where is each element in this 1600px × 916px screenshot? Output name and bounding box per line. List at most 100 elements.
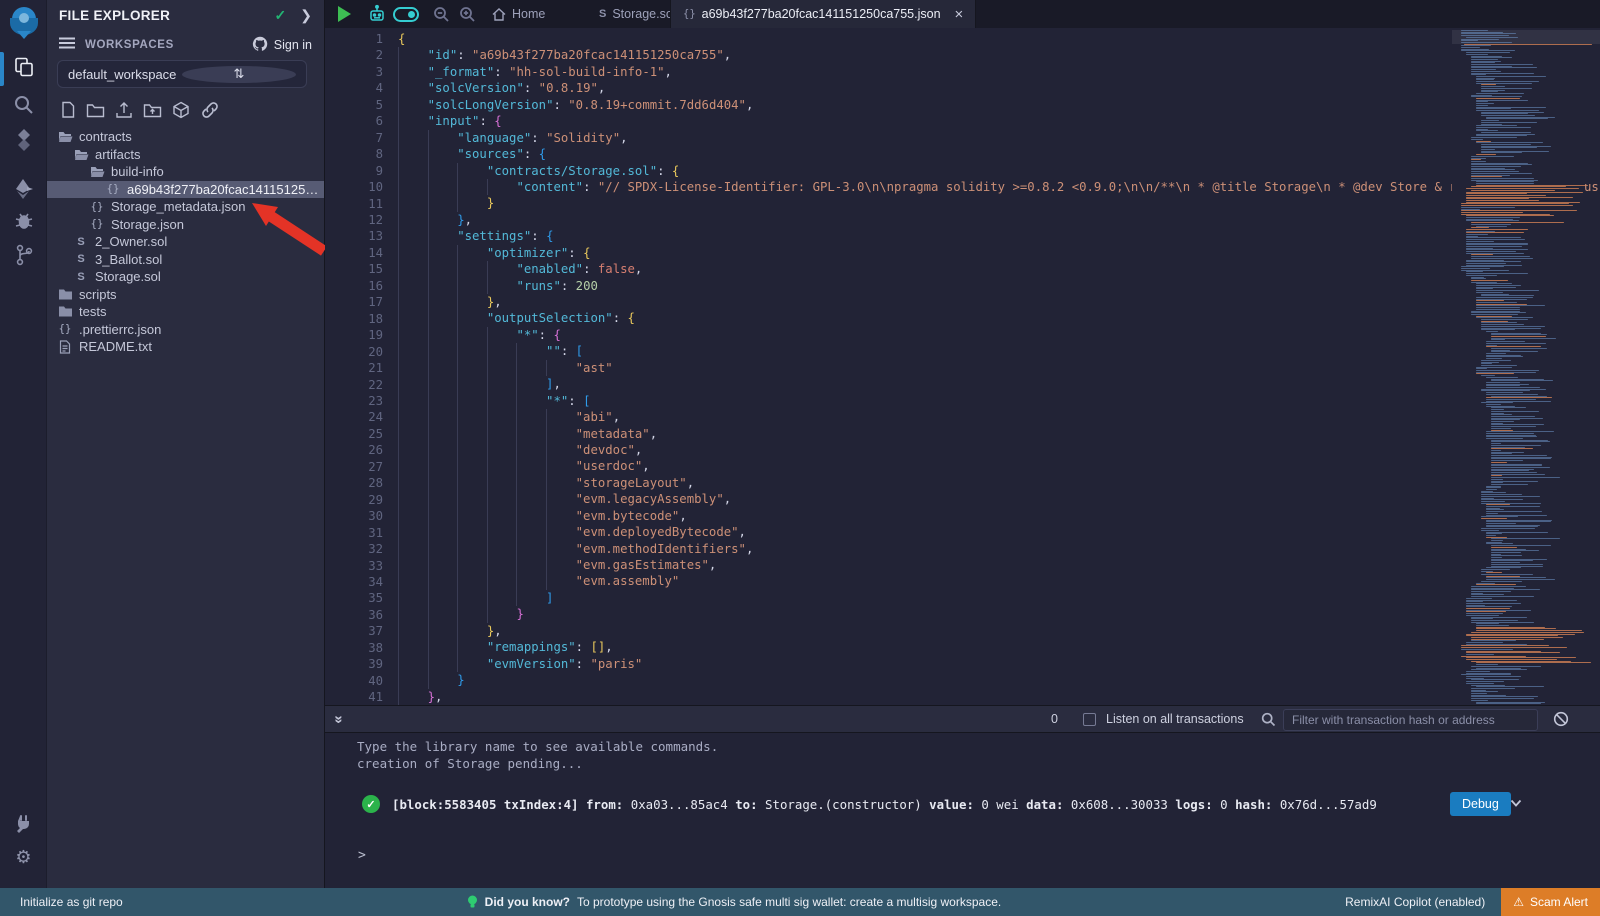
hamburger-menu-icon[interactable] bbox=[59, 36, 75, 54]
minimap-line bbox=[1491, 348, 1547, 349]
scam-alert-button[interactable]: ⚠ Scam Alert bbox=[1501, 888, 1600, 916]
code-line: "solcLongVersion": "0.8.19+commit.7dd6d4… bbox=[398, 97, 1600, 113]
settings-icon[interactable]: ⚙ bbox=[0, 848, 47, 866]
tree-item-label: tests bbox=[79, 304, 106, 319]
overflowing-text-fragment: us bbox=[1584, 180, 1599, 194]
run-script-button[interactable] bbox=[338, 0, 351, 28]
sign-in-button[interactable]: Sign in bbox=[252, 36, 312, 55]
minimap-line bbox=[1471, 161, 1486, 162]
minimap-line bbox=[1481, 122, 1537, 123]
minimap-line bbox=[1491, 547, 1517, 548]
code-line: } bbox=[398, 672, 1600, 688]
tree-item[interactable]: {}.prettierrc.json bbox=[47, 321, 324, 339]
solidity-compiler-icon[interactable] bbox=[0, 128, 47, 152]
workspace-dropdown[interactable]: default_workspace ⇅ bbox=[57, 60, 307, 88]
minimap-line bbox=[1481, 88, 1532, 89]
git-icon[interactable] bbox=[0, 244, 47, 266]
upload-folder-icon[interactable] bbox=[143, 101, 162, 124]
link-icon[interactable] bbox=[200, 101, 220, 124]
tab-build-info-json[interactable]: {} a69b43f277ba20fcac141151250ca755.json… bbox=[670, 0, 976, 28]
deploy-and-run-icon[interactable] bbox=[0, 178, 47, 200]
code-line: "": [ bbox=[398, 343, 1600, 359]
tree-item[interactable]: tests bbox=[47, 303, 324, 321]
tree-item[interactable]: build-info bbox=[47, 163, 324, 181]
transaction-row[interactable]: ✓ [block:5583405 txIndex:4] from: 0xa03.… bbox=[325, 791, 1600, 817]
tab-home[interactable]: Home bbox=[480, 0, 557, 28]
minimap-line bbox=[1486, 387, 1540, 388]
copilot-status[interactable]: RemixAI Copilot (enabled) bbox=[1345, 895, 1485, 909]
zoom-out-button[interactable] bbox=[433, 0, 450, 28]
minimap-line bbox=[1466, 671, 1490, 672]
minimap[interactable] bbox=[1452, 28, 1600, 705]
search-icon[interactable] bbox=[0, 94, 47, 115]
new-folder-icon[interactable] bbox=[86, 101, 105, 124]
minimap-line bbox=[1491, 450, 1501, 451]
minimap-line bbox=[1476, 76, 1546, 77]
minimap-line bbox=[1476, 81, 1539, 82]
copilot-toggle[interactable] bbox=[393, 0, 419, 28]
minimap-line bbox=[1476, 183, 1534, 184]
code-line: "settings": { bbox=[398, 228, 1600, 244]
git-init-button[interactable]: Initialize as git repo bbox=[20, 895, 123, 909]
tree-item[interactable]: contracts bbox=[47, 128, 324, 146]
zoom-in-button[interactable] bbox=[459, 0, 476, 28]
play-icon bbox=[338, 6, 351, 22]
plugin-manager-icon[interactable] bbox=[0, 813, 47, 834]
tab-label: Storage.sol bbox=[612, 7, 675, 21]
terminal[interactable]: » 0 Listen on all transactions Type the … bbox=[325, 705, 1600, 888]
activity-bar: ⚙ bbox=[0, 0, 47, 888]
terminal-prompt[interactable]: > bbox=[358, 848, 366, 863]
code-editor[interactable]: 1234567891011121314151617181920212223242… bbox=[325, 28, 1600, 705]
tree-item-label: 2_Owner.sol bbox=[95, 234, 167, 249]
tree-item[interactable]: scripts bbox=[47, 286, 324, 304]
remixai-button[interactable] bbox=[367, 0, 387, 28]
code-line: }, bbox=[398, 623, 1600, 639]
code-line: "evmVersion": "paris" bbox=[398, 656, 1600, 672]
debugger-icon[interactable] bbox=[0, 210, 47, 230]
tree-item[interactable]: {}a69b43f277ba20fcac141151250ca7... bbox=[47, 181, 324, 199]
file-explorer-icon[interactable] bbox=[0, 56, 47, 78]
code-line: "remappings": [], bbox=[398, 639, 1600, 655]
tree-item[interactable]: S2_Owner.sol bbox=[47, 233, 324, 251]
panel-title: FILE EXPLORER bbox=[59, 8, 275, 23]
code-line: "evm.deployedBytecode", bbox=[398, 524, 1600, 540]
expand-tx-icon[interactable] bbox=[1509, 796, 1523, 815]
folder-open-icon bbox=[89, 165, 105, 178]
minimap-line bbox=[1481, 518, 1507, 519]
upload-file-icon[interactable] bbox=[115, 101, 133, 124]
terminal-log-line: creation of Storage pending... bbox=[357, 756, 583, 771]
tree-item[interactable]: artifacts bbox=[47, 146, 324, 164]
minimap-line bbox=[1466, 642, 1503, 643]
folder-open-icon bbox=[57, 130, 73, 143]
minimap-line bbox=[1491, 416, 1535, 417]
minimap-line bbox=[1486, 404, 1501, 405]
clear-console-icon[interactable] bbox=[1553, 711, 1569, 732]
tx-log-text: [block:5583405 txIndex:4] from: 0xa03...… bbox=[392, 797, 1377, 812]
tab-bar: Home S Storage.sol {} a69b43f277ba20fcac… bbox=[325, 0, 1600, 28]
tree-item[interactable]: SStorage.sol bbox=[47, 268, 324, 286]
chevron-right-icon[interactable]: ❯ bbox=[300, 7, 312, 24]
minimap-line bbox=[1466, 263, 1506, 264]
listen-all-transactions-checkbox[interactable] bbox=[1083, 713, 1096, 726]
new-file-icon[interactable] bbox=[60, 101, 76, 124]
minimap-line bbox=[1471, 666, 1541, 667]
code-line: "evm.methodIdentifiers", bbox=[398, 541, 1600, 557]
expand-terminal-icon[interactable]: » bbox=[331, 715, 348, 723]
transaction-filter-input[interactable] bbox=[1283, 709, 1538, 731]
tree-item[interactable]: {}Storage_metadata.json bbox=[47, 198, 324, 216]
code-line: "runs": 200 bbox=[398, 278, 1600, 294]
publish-to-ipfs-icon[interactable] bbox=[172, 101, 190, 124]
minimap-line bbox=[1491, 564, 1543, 565]
tree-item[interactable]: S3_Ballot.sol bbox=[47, 251, 324, 269]
close-tab-icon[interactable]: × bbox=[955, 6, 964, 23]
warning-icon: ⚠ bbox=[1513, 895, 1524, 909]
minimap-line bbox=[1481, 115, 1535, 116]
tree-item[interactable]: README.txt bbox=[47, 338, 324, 356]
tab-label: Home bbox=[512, 7, 545, 21]
explorer-toolbar bbox=[60, 101, 220, 124]
debug-button[interactable]: Debug bbox=[1450, 792, 1511, 816]
tree-item[interactable]: {}Storage.json bbox=[47, 216, 324, 234]
remix-logo-icon bbox=[0, 5, 47, 41]
solidity-file-icon: S bbox=[73, 253, 89, 265]
minimap-line bbox=[1486, 523, 1516, 524]
